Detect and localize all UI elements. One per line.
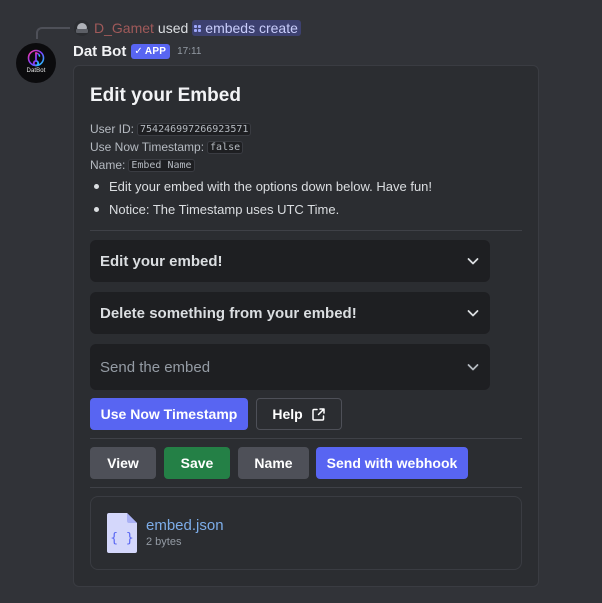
avatar-wordmark: DatBot: [26, 68, 46, 74]
file-name-link[interactable]: embed.json: [146, 517, 224, 534]
select-edit-embed[interactable]: Edit your embed!: [90, 240, 490, 282]
field-value-code: 754246997266923571: [137, 122, 252, 136]
file-attachment: { } embed.json 2 bytes: [90, 496, 522, 570]
app-badge-label: APP: [144, 46, 167, 57]
embed-card: Edit your Embed User ID: 754246997266923…: [73, 65, 539, 587]
slash-command-mention[interactable]: embeds create: [192, 20, 301, 36]
field-name: Name: Embed Name: [90, 158, 195, 172]
use-now-timestamp-button[interactable]: Use Now Timestamp: [90, 398, 248, 430]
divider: [90, 487, 522, 488]
reply-context[interactable]: D_Gamet used embeds create: [74, 19, 301, 37]
view-button[interactable]: View: [90, 447, 156, 479]
bot-username[interactable]: Dat Bot: [73, 43, 126, 60]
field-label: Name:: [90, 158, 126, 172]
chevron-down-icon: [467, 258, 479, 265]
send-with-webhook-button[interactable]: Send with webhook: [316, 447, 468, 479]
command-name: embeds create: [205, 20, 298, 36]
field-value-code: Embed Name: [128, 158, 195, 172]
bot-avatar[interactable]: DatBot: [16, 43, 56, 83]
message-timestamp[interactable]: 17:11: [177, 46, 201, 57]
select-send-embed[interactable]: Send the embed: [90, 344, 490, 390]
save-button[interactable]: Save: [164, 447, 230, 479]
field-use-now-timestamp: Use Now Timestamp: false: [90, 140, 244, 154]
checkmark-icon: ✓: [134, 46, 143, 57]
divider: [90, 438, 522, 439]
reply-username[interactable]: D_Gamet: [94, 20, 154, 36]
help-button-label: Help: [272, 406, 303, 422]
select-delete-from-embed[interactable]: Delete something from your embed!: [90, 292, 490, 334]
bullet-item: Edit your embed with the options down be…: [94, 179, 432, 194]
embed-title: Edit your Embed: [90, 85, 241, 106]
help-button[interactable]: Help: [256, 398, 342, 430]
chevron-down-icon: [467, 310, 479, 317]
reply-used-text: used: [157, 20, 189, 36]
field-label: User ID:: [90, 122, 135, 136]
message-header: Dat Bot ✓ APP 17:11: [73, 43, 201, 60]
app-badge: ✓ APP: [131, 44, 171, 59]
external-link-icon: [311, 407, 325, 421]
divider: [90, 230, 522, 231]
field-user-id: User ID: 754246997266923571: [90, 122, 252, 136]
datbot-logo-icon: [27, 49, 45, 67]
select-label: Delete something from your embed!: [100, 304, 357, 322]
command-icon: [194, 24, 202, 32]
select-label: Edit your embed!: [100, 252, 223, 270]
reply-spine: [36, 27, 70, 39]
bullet-item: Notice: The Timestamp uses UTC Time.: [94, 202, 339, 217]
select-placeholder: Send the embed: [100, 358, 211, 376]
name-button[interactable]: Name: [238, 447, 309, 479]
reply-user-avatar[interactable]: [74, 20, 90, 36]
json-file-icon[interactable]: { }: [107, 513, 137, 553]
chevron-down-icon: [467, 364, 479, 371]
field-label: Use Now Timestamp:: [90, 140, 205, 154]
file-size: 2 bytes: [146, 536, 182, 548]
svg-text:{ }: { }: [110, 531, 133, 546]
field-value-code: false: [207, 140, 244, 154]
